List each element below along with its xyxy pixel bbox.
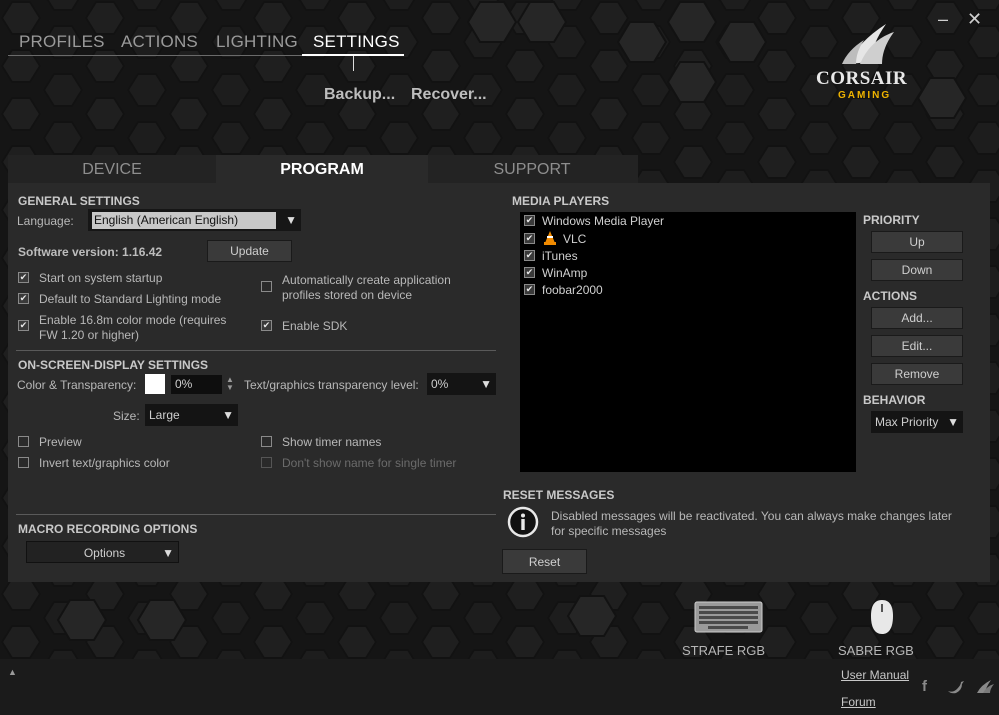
remove-button[interactable]: Remove: [871, 363, 963, 385]
color-swatch[interactable]: [145, 374, 165, 394]
media-player-checkbox[interactable]: ✔: [524, 284, 535, 295]
color-mode-label-2: FW 1.20 or higher): [39, 328, 140, 342]
default-lighting-checkbox[interactable]: ✔: [18, 293, 29, 304]
show-timer-checkbox[interactable]: [261, 436, 272, 447]
software-version: Software version: 1.16.42: [18, 245, 163, 259]
language-label: Language:: [17, 214, 74, 228]
priority-heading: PRIORITY: [863, 213, 920, 227]
size-label: Size:: [113, 409, 140, 423]
preview-label: Preview: [39, 435, 82, 449]
priority-up-button[interactable]: Up: [871, 231, 963, 253]
nav-profiles[interactable]: PROFILES: [19, 32, 105, 52]
vlc-cone-icon: [544, 231, 556, 245]
color-mode-label-1: Enable 16.8m color mode (requires: [39, 313, 227, 327]
enable-sdk-label: Enable SDK: [282, 319, 348, 333]
dropdown-arrow-icon: ▼: [947, 415, 959, 429]
reset-message-line-1: Disabled messages will be reactivated. Y…: [551, 509, 952, 523]
keyboard-icon[interactable]: [694, 600, 764, 634]
color-mode-checkbox[interactable]: ✔: [18, 320, 29, 331]
tab-program[interactable]: PROGRAM: [216, 155, 428, 183]
macro-options-dropdown[interactable]: Options ▼: [26, 541, 179, 563]
info-icon: [507, 506, 539, 538]
text-transparency-label: Text/graphics transparency level:: [244, 378, 419, 392]
brand-name: CORSAIR: [816, 68, 908, 89]
section-divider: [16, 350, 496, 351]
facebook-icon[interactable]: f: [922, 678, 927, 695]
nav-tick: [353, 56, 354, 71]
show-timer-label: Show timer names: [282, 435, 382, 449]
invert-checkbox[interactable]: [18, 457, 29, 468]
enable-sdk-checkbox[interactable]: ✔: [261, 320, 272, 331]
dont-show-name-label: Don't show name for single timer: [282, 456, 457, 470]
media-player-item[interactable]: Windows Media Player: [542, 214, 664, 228]
priority-down-button[interactable]: Down: [871, 259, 963, 281]
recover-link[interactable]: Recover...: [411, 86, 487, 104]
media-player-item[interactable]: VLC: [563, 232, 586, 246]
nav-lighting[interactable]: LIGHTING: [216, 32, 298, 52]
auto-profiles-label-2: profiles stored on device: [282, 288, 413, 302]
media-players-heading: MEDIA PLAYERS: [512, 194, 610, 208]
media-player-checkbox[interactable]: ✔: [524, 215, 535, 226]
invert-label: Invert text/graphics color: [39, 456, 170, 470]
macro-options-label: Options: [83, 546, 126, 560]
user-manual-link[interactable]: User Manual: [841, 668, 909, 682]
general-settings-heading: GENERAL SETTINGS: [18, 194, 140, 208]
auto-profiles-label-1: Automatically create application: [282, 273, 451, 287]
osd-heading: ON-SCREEN-DISPLAY SETTINGS: [18, 358, 209, 372]
media-player-item[interactable]: WinAmp: [542, 266, 587, 280]
media-player-item[interactable]: foobar2000: [542, 283, 603, 297]
dont-show-name-checkbox[interactable]: [261, 457, 272, 468]
media-player-checkbox[interactable]: ✔: [524, 267, 535, 278]
backup-link[interactable]: Backup...: [324, 86, 395, 104]
startup-checkbox[interactable]: ✔: [18, 272, 29, 283]
brand-tagline: GAMING: [838, 90, 892, 101]
reset-message-line-2: for specific messages: [551, 524, 667, 538]
dropdown-arrow-icon: ▼: [222, 408, 234, 422]
edit-button[interactable]: Edit...: [871, 335, 963, 357]
collapse-up-icon[interactable]: ▲: [8, 667, 17, 677]
dropdown-arrow-icon: ▼: [285, 213, 297, 227]
size-value: Large: [149, 408, 180, 422]
transparency-input[interactable]: 0%: [171, 375, 222, 394]
section-divider: [16, 514, 496, 515]
tab-support[interactable]: SUPPORT: [428, 155, 636, 183]
macro-heading: MACRO RECORDING OPTIONS: [18, 522, 198, 536]
startup-label: Start on system startup: [39, 271, 163, 285]
dropdown-arrow-icon: ▼: [480, 377, 492, 391]
device-strafe-rgb[interactable]: STRAFE RGB: [682, 643, 765, 658]
behavior-value: Max Priority: [875, 415, 939, 429]
close-icon[interactable]: ✕: [967, 9, 982, 30]
minimize-icon[interactable]: –: [938, 9, 948, 30]
language-value: English (American English): [92, 212, 276, 229]
nav-settings[interactable]: SETTINGS: [313, 32, 400, 52]
reset-button[interactable]: Reset: [502, 549, 587, 574]
actions-heading: ACTIONS: [863, 289, 917, 303]
preview-checkbox[interactable]: [18, 436, 29, 447]
tab-device[interactable]: DEVICE: [8, 155, 216, 183]
spin-arrows-icon[interactable]: ▲ ▼: [226, 376, 234, 392]
text-transparency-value: 0%: [431, 377, 449, 391]
default-lighting-label: Default to Standard Lighting mode: [39, 292, 222, 306]
behavior-dropdown[interactable]: Max Priority ▼: [871, 411, 963, 433]
corsair-sails-logo: [842, 24, 894, 64]
media-player-checkbox[interactable]: ✔: [524, 250, 535, 261]
device-sabre-rgb[interactable]: SABRE RGB: [838, 643, 914, 658]
auto-profiles-checkbox[interactable]: [261, 281, 272, 292]
update-button[interactable]: Update: [207, 240, 292, 262]
corsair-icon[interactable]: [975, 678, 995, 694]
behavior-heading: BEHAVIOR: [863, 393, 926, 407]
media-player-item[interactable]: iTunes: [542, 249, 578, 263]
reset-messages-heading: RESET MESSAGES: [503, 488, 615, 502]
mouse-icon[interactable]: [869, 598, 895, 636]
add-button[interactable]: Add...: [871, 307, 963, 329]
dropdown-arrow-icon: ▼: [162, 546, 174, 560]
text-transparency-dropdown[interactable]: 0% ▼: [427, 373, 496, 395]
color-transparency-label: Color & Transparency:: [17, 378, 137, 392]
nav-actions[interactable]: ACTIONS: [121, 32, 198, 52]
size-dropdown[interactable]: Large ▼: [145, 404, 238, 426]
twitter-icon[interactable]: [947, 680, 965, 694]
language-dropdown[interactable]: English (American English) ▼: [88, 209, 301, 231]
forum-link[interactable]: Forum: [841, 695, 876, 709]
media-player-checkbox[interactable]: ✔: [524, 233, 535, 244]
